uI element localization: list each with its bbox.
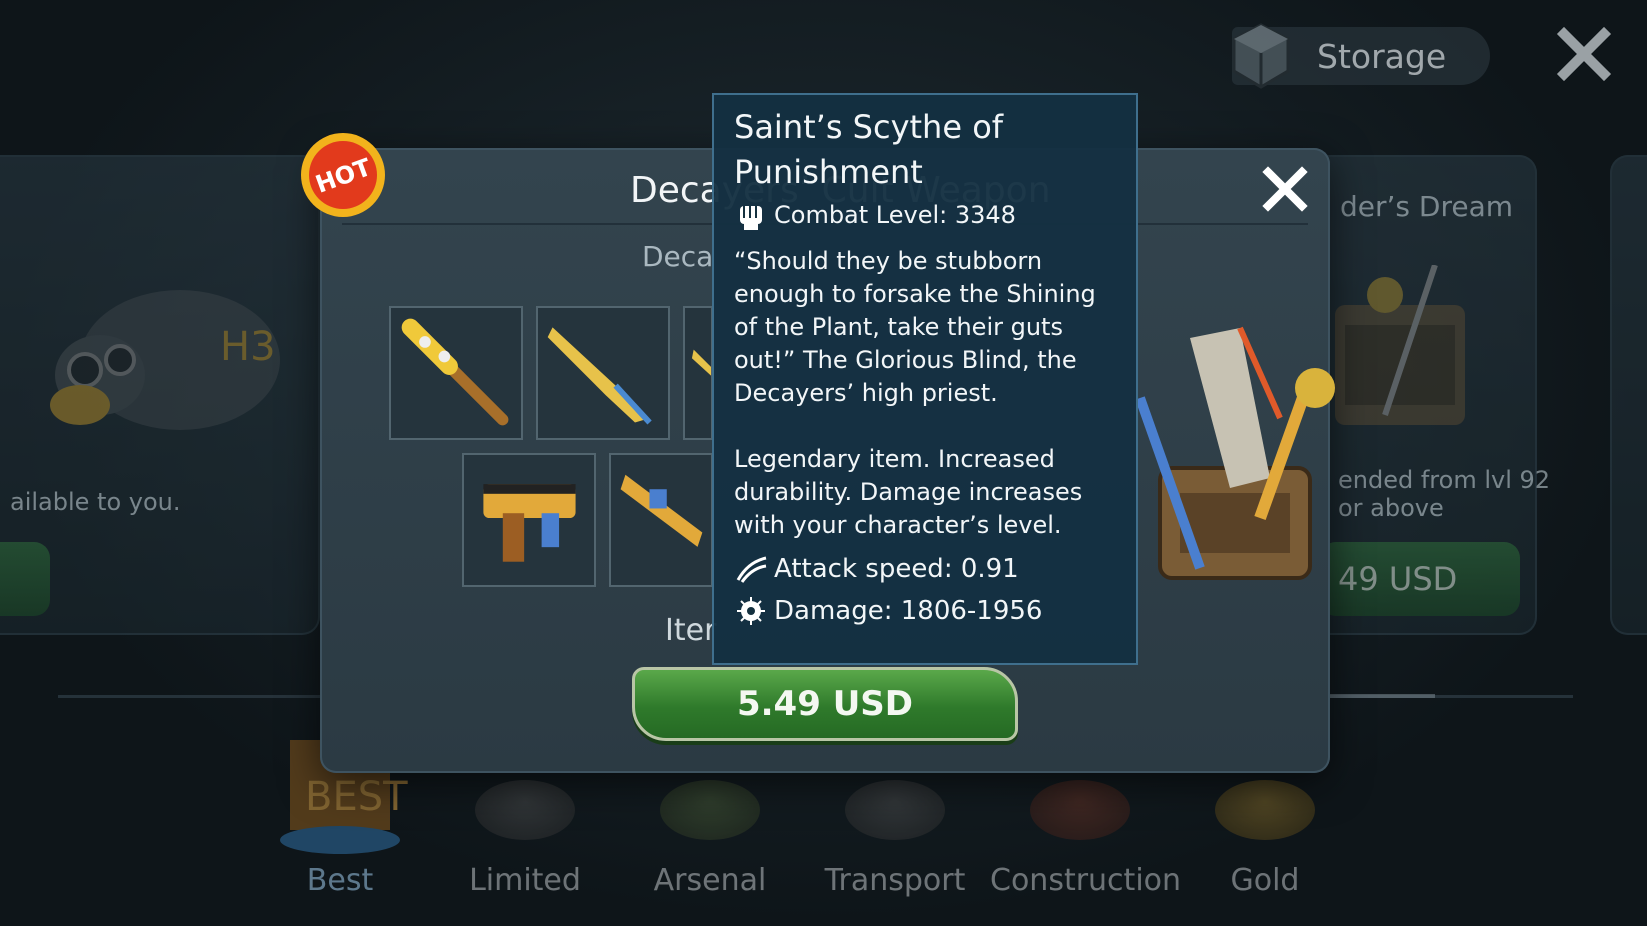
cube-icon xyxy=(1232,23,1290,89)
item-slot-5[interactable] xyxy=(609,453,713,587)
storage-label: Storage xyxy=(1317,36,1447,76)
item-tooltip: Saint’s Scythe of Punishment Combat Leve… xyxy=(712,93,1138,665)
weapon-bundle-crate-icon xyxy=(1135,326,1335,580)
buy-button[interactable]: 5.49 USD xyxy=(632,667,1018,741)
tooltip-combat-label: Combat Level: 3348 xyxy=(774,201,1016,229)
nav-label-construction: Construction xyxy=(990,863,1182,898)
storage-button[interactable]: Storage xyxy=(1232,23,1490,89)
piggy-bank-icon: H3 xyxy=(50,290,280,430)
bg-card-left-button[interactable] xyxy=(0,542,50,616)
damage-icon xyxy=(737,597,765,625)
tooltip-title: Saint’s Scythe of Punishment xyxy=(734,108,1004,191)
fist-icon xyxy=(740,206,762,230)
rifle-icon xyxy=(620,474,703,547)
item-slot-1[interactable] xyxy=(389,306,523,440)
building-icon xyxy=(1030,780,1130,840)
item-slot-2[interactable] xyxy=(536,306,670,440)
motorcycle-icon xyxy=(845,780,945,840)
hot-badge: HOT xyxy=(301,133,385,217)
item-slot-4[interactable] xyxy=(462,453,596,587)
tooltip-legend: Legendary item. Increased durability. Da… xyxy=(734,445,1083,539)
tooltip-damage-label: Damage: 1806-1956 xyxy=(774,596,1043,626)
modal-footer-text: Iter xyxy=(665,613,717,648)
modal-subtitle: Deca xyxy=(642,240,714,273)
nav-label-gold: Gold xyxy=(1230,863,1300,898)
bg-card-right-title: der’s Dream xyxy=(1340,190,1514,223)
close-icon[interactable] xyxy=(1556,26,1612,82)
tooltip-damage: Damage: 1806-1956 xyxy=(734,590,1116,632)
scythe-blade-icon xyxy=(547,327,652,425)
svg-text:H3: H3 xyxy=(220,324,276,370)
bg-card-far-right[interactable] xyxy=(1610,155,1647,635)
limited-icon xyxy=(475,780,575,840)
nav-label-best: Best xyxy=(306,863,374,898)
nav-label-limited: Limited xyxy=(469,863,581,898)
tooltip-attack-speed-label: Attack speed: 0.91 xyxy=(774,554,1019,584)
tooltip-quote: “Should they be stubborn enough to forsa… xyxy=(734,247,1096,407)
bg-card-left-text: ailable to you. xyxy=(10,488,181,516)
nav-label-arsenal: Arsenal xyxy=(653,863,767,898)
attack-speed-icon xyxy=(736,556,767,583)
modal-close-icon[interactable] xyxy=(1262,166,1308,212)
gold-bars-icon xyxy=(1215,780,1315,840)
arsenal-crate-icon xyxy=(660,780,760,840)
weapon-partial-icon xyxy=(691,349,711,376)
spiked-club-icon xyxy=(401,318,509,426)
nav-label-transport: Transport xyxy=(824,863,966,898)
svg-text:BEST: BEST xyxy=(305,774,408,820)
tooltip-attack-speed: Attack speed: 0.91 xyxy=(734,548,1116,590)
buy-button-price: 5.49 USD xyxy=(736,684,914,724)
machine-gun-icon xyxy=(483,484,576,562)
item-slot-3[interactable] xyxy=(683,306,713,440)
shop-scroll-thumb[interactable] xyxy=(1330,694,1435,698)
tooltip-combat-level: Combat Level: 3348 xyxy=(734,195,1116,235)
